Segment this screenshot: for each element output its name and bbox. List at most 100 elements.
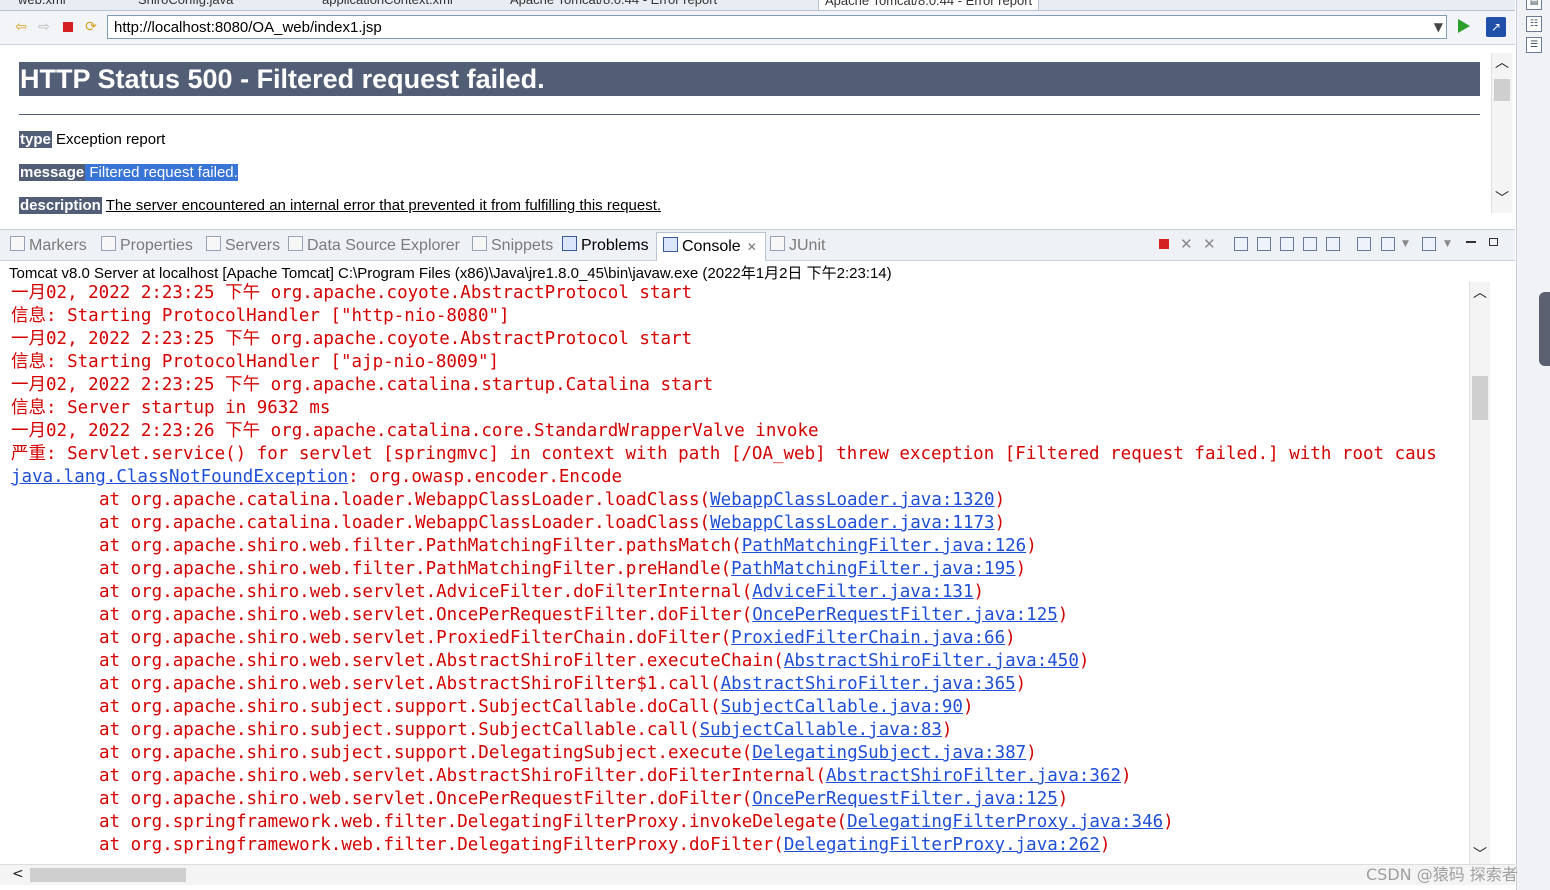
source-link[interactable]: DelegatingFilterProxy.java:346 xyxy=(847,812,1163,832)
scroll-left-icon[interactable]: < xyxy=(12,866,24,882)
minimize-icon[interactable] xyxy=(1466,241,1476,243)
scroll-down-icon[interactable]: ﹀ xyxy=(1473,848,1487,862)
tab-junit[interactable]: JUnit xyxy=(770,236,825,255)
stack-trace-line: at org.apache.shiro.subject.support.Dele… xyxy=(99,743,1037,763)
stack-trace-line: at org.apache.shiro.web.servlet.AdviceFi… xyxy=(99,582,985,602)
page-title: HTTP Status 500 - Filtered request faile… xyxy=(19,62,1480,96)
console-line: 一月02, 2022 2:23:25 下午 org.apache.coyote.… xyxy=(11,329,693,349)
forward-icon[interactable]: ⇨ xyxy=(36,19,52,35)
console-line: 严重: Servlet.service() for servlet [sprin… xyxy=(11,444,1437,464)
console-title: Tomcat v8.0 Server at localhost [Apache … xyxy=(9,265,892,282)
scroll-thumb[interactable] xyxy=(30,868,186,882)
description-label: description xyxy=(19,197,102,214)
console-line: 一月02, 2022 2:23:25 下午 org.apache.coyote.… xyxy=(11,283,693,303)
display-console-chevron-down-icon[interactable]: ▼ xyxy=(1402,237,1416,251)
editor-tab-web-xml[interactable]: web.xml xyxy=(18,0,66,9)
browser-vertical-scrollbar[interactable]: ︿ ﹀ xyxy=(1491,53,1512,213)
tab-properties[interactable]: Properties xyxy=(101,236,193,255)
stack-trace-line: at org.apache.shiro.web.servlet.Abstract… xyxy=(99,674,1027,694)
source-link[interactable]: DelegatingFilterProxy.java:262 xyxy=(784,835,1100,855)
close-icon[interactable]: ✕ xyxy=(747,240,757,254)
stack-method: at org.apache.shiro.web.servlet.OncePerR… xyxy=(99,789,742,809)
remove-launch-icon[interactable]: ✕ xyxy=(1180,237,1194,252)
stack-method: at org.apache.shiro.web.filter.PathMatch… xyxy=(99,559,721,579)
source-link[interactable]: DelegatingSubject.java:387 xyxy=(752,743,1026,763)
source-link[interactable]: SubjectCallable.java:83 xyxy=(700,720,942,740)
stop-icon[interactable] xyxy=(60,19,76,35)
url-input[interactable]: http://localhost:8080/OA_web/index1.jsp … xyxy=(107,15,1447,39)
tab-snippets[interactable]: Snippets xyxy=(472,236,553,255)
console-line: 信息: Server startup in 9632 ms xyxy=(11,398,331,418)
pin-console-icon[interactable] xyxy=(1357,237,1371,251)
source-link[interactable]: AbstractShiroFilter.java:365 xyxy=(721,674,1016,694)
scroll-thumb[interactable] xyxy=(1494,79,1510,101)
source-link[interactable]: OncePerRequestFilter.java:125 xyxy=(752,605,1058,625)
console-line: 信息: Starting ProtocolHandler ["http-nio-… xyxy=(11,306,510,326)
scroll-down-icon[interactable]: ﹀ xyxy=(1495,193,1509,207)
stack-trace-line: at org.apache.catalina.loader.WebappClas… xyxy=(99,490,1006,510)
clear-console-icon[interactable] xyxy=(1234,237,1248,251)
tab-problems[interactable]: Problems xyxy=(562,236,649,255)
stack-method: at org.apache.shiro.web.servlet.OncePerR… xyxy=(99,605,742,625)
divider xyxy=(19,114,1480,115)
stack-method: at org.apache.shiro.subject.support.Subj… xyxy=(99,720,690,740)
message-label: message xyxy=(19,164,86,181)
stack-trace-line: at org.apache.shiro.web.servlet.OncePerR… xyxy=(99,605,1069,625)
source-link[interactable]: WebappClassLoader.java:1320 xyxy=(710,490,994,510)
views-tab-bar: Markers Properties Servers Data Source E… xyxy=(0,229,1515,261)
refresh-icon[interactable]: ⟳ xyxy=(83,19,99,35)
open-console-icon[interactable] xyxy=(1422,237,1436,251)
exception-class-link[interactable]: java.lang.ClassNotFoundException xyxy=(11,467,348,487)
stack-method: at org.apache.shiro.web.servlet.AdviceFi… xyxy=(99,582,742,602)
word-wrap-icon[interactable] xyxy=(1280,237,1294,251)
open-console-chevron-down-icon[interactable]: ▼ xyxy=(1444,237,1458,251)
maximize-icon[interactable] xyxy=(1489,238,1498,246)
tab-data-source-explorer[interactable]: Data Source Explorer xyxy=(288,236,460,255)
show-stdout-icon[interactable] xyxy=(1303,237,1317,251)
go-icon[interactable] xyxy=(1458,19,1470,33)
editor-tab-error-report-1[interactable]: Apache Tomcat/8.0.44 - Error report xyxy=(510,0,717,9)
scroll-up-icon[interactable]: ︿ xyxy=(1473,286,1487,300)
browser-toolbar: ⇦ ⇨ ⟳ http://localhost:8080/OA_web/index… xyxy=(0,11,1515,45)
tab-servers[interactable]: Servers xyxy=(206,236,280,255)
source-link[interactable]: PathMatchingFilter.java:195 xyxy=(731,559,1015,579)
tab-console[interactable]: Console ✕ xyxy=(656,232,766,261)
source-link[interactable]: OncePerRequestFilter.java:125 xyxy=(752,789,1058,809)
database-icon xyxy=(288,236,303,251)
console-horizontal-scrollbar[interactable]: < xyxy=(0,864,1515,885)
source-link[interactable]: PathMatchingFilter.java:126 xyxy=(742,536,1026,556)
trim-handle[interactable] xyxy=(1539,292,1550,366)
type-row: type Exception report xyxy=(19,131,165,148)
right-trim-panel: ▤ ☷ ☰ xyxy=(1516,0,1550,890)
source-link[interactable]: AdviceFilter.java:131 xyxy=(752,582,973,602)
stack-method: at org.apache.shiro.web.filter.PathMatch… xyxy=(99,536,732,556)
terminate-icon[interactable] xyxy=(1159,239,1169,249)
outline-icon[interactable]: ▤ xyxy=(1526,0,1542,10)
back-icon[interactable]: ⇦ xyxy=(13,19,29,35)
remove-all-terminated-icon[interactable]: ✕ xyxy=(1203,237,1217,252)
source-link[interactable]: SubjectCallable.java:90 xyxy=(721,697,963,717)
source-link[interactable]: WebappClassLoader.java:1173 xyxy=(710,513,994,533)
type-label: type xyxy=(19,131,52,148)
editor-tab-error-report-2[interactable]: Apache Tomcat/8.0.44 - Error report xyxy=(818,0,1040,10)
editor-tab-application-context[interactable]: applicationContext.xml xyxy=(322,0,453,9)
open-external-icon[interactable]: ↗ xyxy=(1486,17,1506,37)
exception-message: : org.owasp.encoder.Encode xyxy=(348,467,623,487)
scroll-thumb[interactable] xyxy=(1472,376,1488,420)
display-console-icon[interactable] xyxy=(1381,237,1395,251)
chevron-down-icon[interactable]: ▼ xyxy=(1434,20,1443,34)
stack-method: at org.springframework.web.filter.Delega… xyxy=(99,812,837,832)
console-vertical-scrollbar[interactable]: ︿ ﹀ xyxy=(1469,282,1490,864)
editor-tab-shiro-config[interactable]: ShiroConfig.java xyxy=(138,0,233,9)
show-stderr-icon[interactable] xyxy=(1326,237,1340,251)
source-link[interactable]: AbstractShiroFilter.java:450 xyxy=(784,651,1079,671)
hierarchy-icon[interactable]: ☷ xyxy=(1526,16,1542,32)
source-link[interactable]: AbstractShiroFilter.java:362 xyxy=(826,766,1121,786)
scroll-lock-icon[interactable] xyxy=(1257,237,1271,251)
tab-markers[interactable]: Markers xyxy=(10,236,87,255)
stack-method: at org.springframework.web.filter.Delega… xyxy=(99,835,774,855)
console-output[interactable]: 一月02, 2022 2:23:25 下午 org.apache.coyote.… xyxy=(0,282,1490,864)
scroll-up-icon[interactable]: ︿ xyxy=(1495,57,1509,71)
source-link[interactable]: ProxiedFilterChain.java:66 xyxy=(731,628,1005,648)
task-list-icon[interactable]: ☰ xyxy=(1526,37,1542,53)
